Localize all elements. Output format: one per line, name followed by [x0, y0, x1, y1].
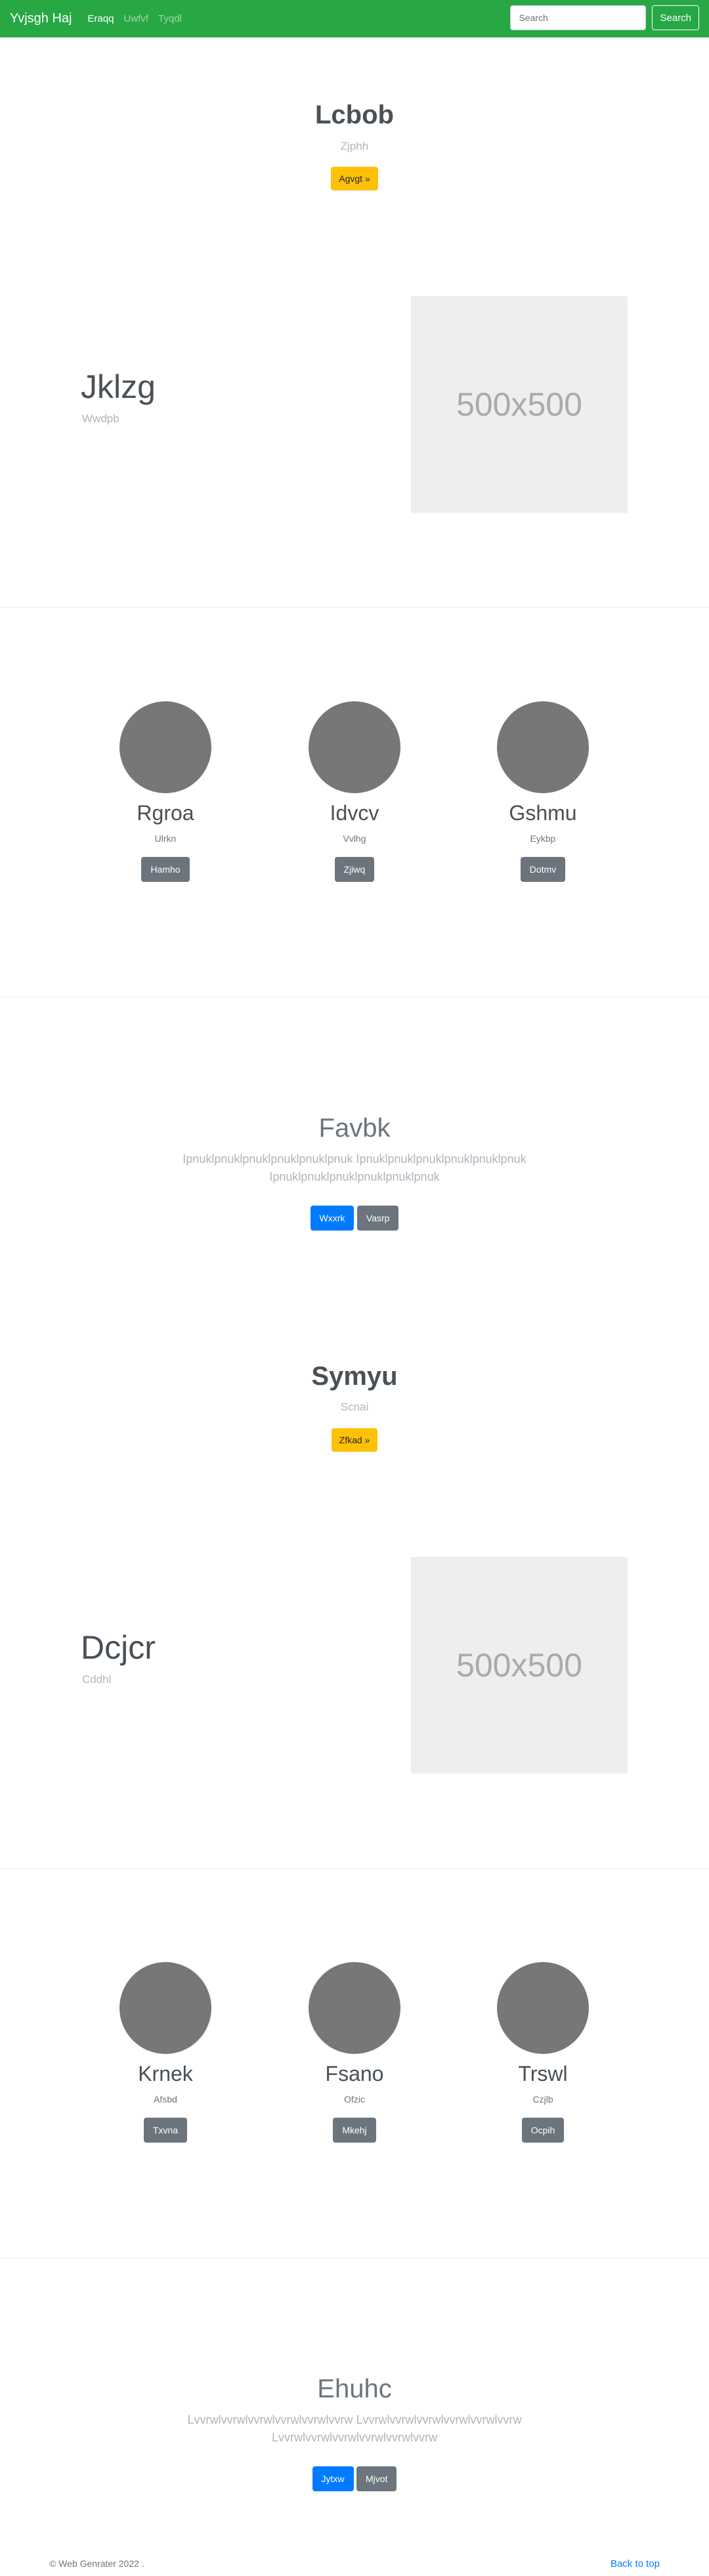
- cta-secondary-button[interactable]: Mjvot: [356, 2466, 397, 2491]
- avatar: [309, 1962, 400, 2054]
- column-title: Idvcv: [330, 801, 379, 825]
- column-title: Fsano: [325, 2062, 384, 2085]
- cta-primary-button[interactable]: Wxxrk: [310, 1206, 354, 1231]
- cta-text: Ipnuklpnuklpnuklpnuklpnuklpnuk Ipnuklpnu…: [0, 1150, 709, 1186]
- avatar: [309, 701, 400, 793]
- cta-title: Ehuhc: [317, 2374, 392, 2403]
- cta-text-line: Ipnuklpnuklpnuklpnuklpnuklpnuk: [269, 1170, 440, 1183]
- cta-text-line: Ipnuklpnuklpnuklpnuklpnuklpnuk Ipnuklpnu…: [183, 1152, 526, 1166]
- feature-subtitle: Cddhl: [82, 1673, 112, 1686]
- cta-primary-button[interactable]: Jytxw: [312, 2466, 354, 2491]
- image-placeholder-text: 500x500: [456, 386, 582, 423]
- cta-text-line: Lvvrwlvvrwlvvrwlvvrwlvvrwlvvrw Lvvrwlvvr…: [187, 2413, 522, 2426]
- column-subtitle: Eykbp: [530, 833, 556, 844]
- cta-text-line: Lvvrwlvvrwlvvrwlvvrwlvvrwlvvrw: [272, 2431, 437, 2444]
- hero-subtitle: Zjphh: [340, 140, 369, 152]
- avatar: [497, 701, 589, 793]
- column-subtitle: Afsbd: [154, 2094, 177, 2105]
- back-to-top-link[interactable]: Back to top: [611, 2558, 660, 2569]
- column-title: Trswl: [518, 2062, 568, 2085]
- hero-title: Symyu: [311, 1362, 398, 1391]
- search-button[interactable]: Search: [652, 5, 699, 30]
- image-placeholder-text: 500x500: [456, 1647, 582, 1684]
- footer-copyright: © Web Genrater 2022 .: [49, 2558, 144, 2569]
- column-button[interactable]: Dotmv: [520, 857, 566, 882]
- divider: [0, 2258, 709, 2259]
- column-button[interactable]: Txvna: [143, 2118, 188, 2143]
- hero-subtitle: Scnai: [340, 1401, 369, 1413]
- cta-text: Lvvrwlvvrwlvvrwlvvrwlvvrwlvvrw Lvvrwlvvr…: [0, 2411, 709, 2447]
- feature-title: Jklzg: [81, 368, 156, 405]
- avatar: [119, 1962, 211, 2054]
- feature-image: 500x500: [411, 1557, 628, 1774]
- avatar: [497, 1962, 589, 2054]
- cta-secondary-button[interactable]: Vasrp: [356, 1206, 399, 1231]
- column-button[interactable]: Mkehj: [333, 2118, 376, 2143]
- search-input[interactable]: [510, 5, 647, 30]
- column-subtitle: Ofzic: [344, 2094, 365, 2105]
- divider: [0, 1868, 709, 1869]
- navbar: Yvjsgh Haj Eraqq Uwfvf Tyqdl Search: [0, 0, 709, 37]
- avatar: [119, 701, 211, 793]
- search-form: Search: [510, 5, 699, 30]
- column-title: Krnek: [138, 2062, 193, 2085]
- column-card: Trswl Czjlb Ocpih: [444, 1962, 641, 2143]
- nav-link-3[interactable]: Tyqdl: [158, 13, 182, 24]
- column-button[interactable]: Ocpih: [521, 2118, 565, 2143]
- nav-link-2[interactable]: Uwfvf: [124, 13, 149, 24]
- column-card: Fsano Ofzic Mkehj: [256, 1962, 453, 2143]
- feature-subtitle: Wwdpb: [82, 412, 119, 425]
- column-card: Gshmu Eykbp Dotmv: [444, 701, 641, 882]
- column-button[interactable]: Hamho: [141, 857, 190, 882]
- column-subtitle: Czjlb: [532, 2094, 553, 2105]
- column-subtitle: Vvlhg: [343, 833, 366, 844]
- column-title: Rgroa: [137, 801, 194, 825]
- brand-logo[interactable]: Yvjsgh Haj: [10, 11, 72, 26]
- hero-button[interactable]: Agvgt »: [331, 167, 378, 190]
- hero-title: Lcbob: [315, 100, 394, 129]
- feature-image: 500x500: [411, 296, 628, 513]
- column-card: Idvcv Vvlhg Zjiwq: [256, 701, 453, 882]
- hero-button[interactable]: Zfkad »: [331, 1428, 378, 1452]
- feature-title: Dcjcr: [81, 1629, 156, 1666]
- column-card: Krnek Afsbd Txvna: [67, 1962, 264, 2143]
- column-card: Rgroa Ulrkn Hamho: [67, 701, 264, 882]
- cta-title: Favbk: [318, 1114, 391, 1143]
- column-button[interactable]: Zjiwq: [334, 857, 375, 882]
- column-title: Gshmu: [509, 801, 577, 825]
- column-subtitle: Ulrkn: [154, 833, 177, 844]
- nav-link-1[interactable]: Eraqq: [88, 13, 114, 24]
